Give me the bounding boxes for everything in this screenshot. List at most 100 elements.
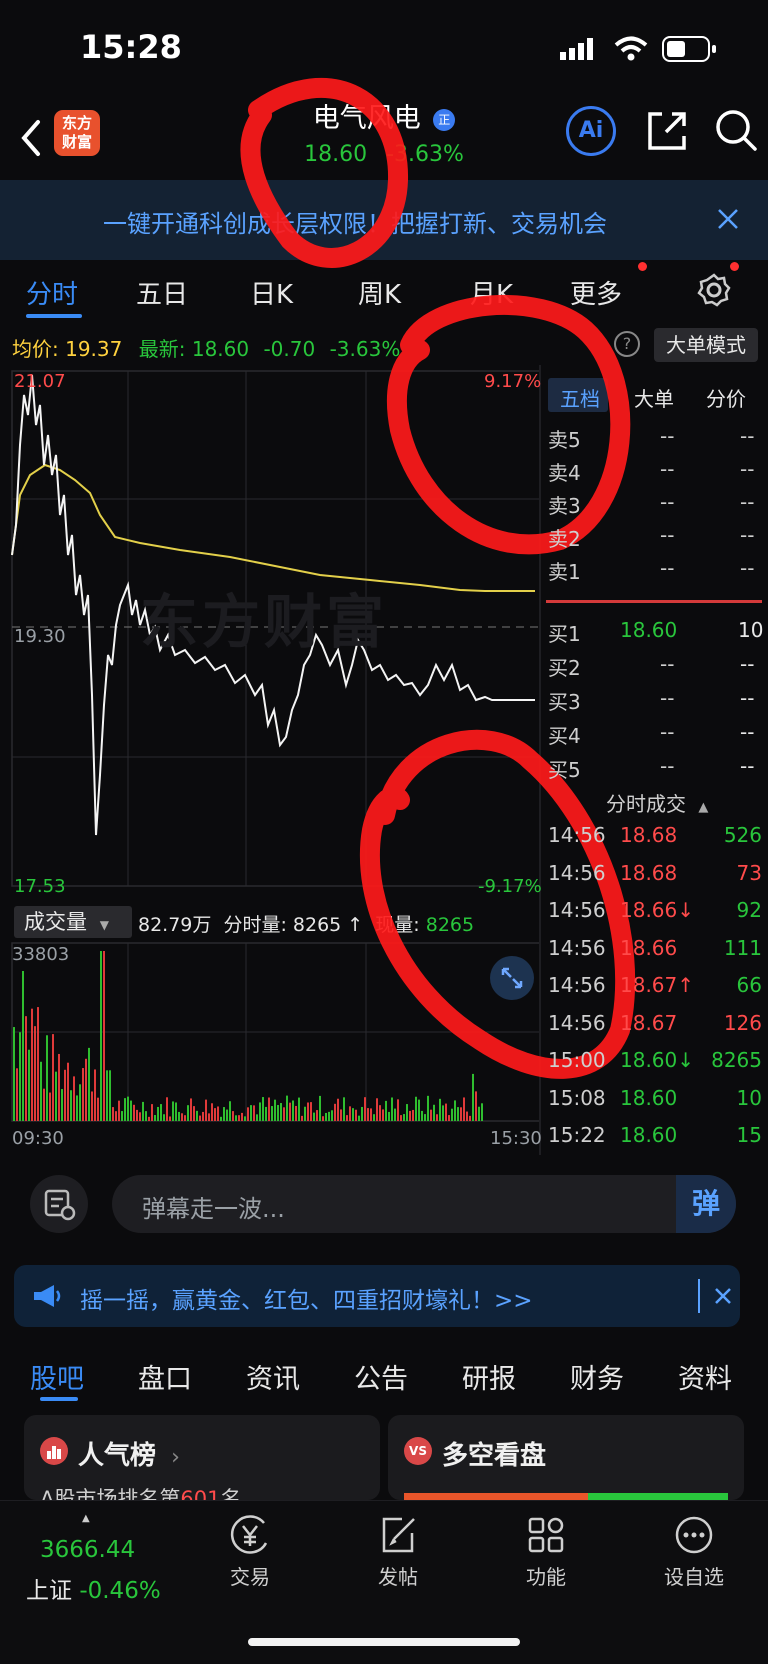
nav-post[interactable]: 发帖 <box>348 1513 448 1603</box>
volume-bar <box>469 1115 471 1121</box>
volume-bar <box>19 1032 21 1121</box>
volume-bar <box>70 1090 72 1121</box>
volume-bar <box>262 1097 264 1121</box>
volume-bar <box>55 1071 57 1121</box>
volume-bar <box>274 1099 276 1121</box>
cur-vol-label: 现量: <box>375 914 420 936</box>
volume-bar <box>94 1069 96 1121</box>
volume-bar <box>79 1084 81 1121</box>
big-order-mode-button[interactable]: 大单模式 <box>654 328 758 362</box>
volume-bar <box>25 1016 27 1121</box>
volume-bar <box>301 1115 303 1121</box>
tab-research[interactable]: 研报 <box>462 1357 516 1396</box>
nav-add-watchlist[interactable]: 设自选 <box>644 1513 744 1603</box>
volume-bar <box>394 1108 396 1121</box>
volume-bar <box>43 1088 45 1121</box>
barrage-input[interactable]: 弹幕走一波... 弹 <box>112 1175 736 1233</box>
volume-bar <box>199 1115 201 1121</box>
promo-strip[interactable]: 摇一摇，赢黄金、红包、四重招财壕礼！>> <box>14 1265 740 1327</box>
tab-more[interactable]: 更多 <box>570 274 622 311</box>
nav-post-label: 发帖 <box>378 1565 418 1589</box>
index-value: 3666.44 <box>40 1537 136 1563</box>
more-dot <box>638 262 647 271</box>
promo-banner[interactable]: 一键开通科创成长层权限！把握打新、交易机会 <box>0 180 768 260</box>
long-short-card[interactable]: VS 多空看盘 <box>388 1415 744 1501</box>
index-line: 上证 -0.46% <box>26 1571 161 1605</box>
volume-bar <box>238 1115 240 1121</box>
nav-trade-label: 交易 <box>230 1565 270 1589</box>
volume-bar <box>220 1116 222 1121</box>
volume-bar <box>316 1110 318 1121</box>
send-barrage-button[interactable]: 弹 <box>676 1175 736 1233</box>
watermark: 东方财富 <box>140 588 389 656</box>
tab-five-levels[interactable]: 五档 <box>560 383 600 412</box>
tab-big-orders[interactable]: 大单 <box>634 383 674 412</box>
trade-price: 18.67↑ <box>620 973 695 997</box>
volume-bar <box>424 1114 426 1121</box>
tab-announcements[interactable]: 公告 <box>354 1357 408 1396</box>
ai-button[interactable]: Ai <box>566 106 616 156</box>
nav-functions[interactable]: 功能 <box>496 1513 596 1603</box>
nav-trade[interactable]: 交易 <box>200 1513 300 1603</box>
barrage-toggle[interactable] <box>30 1175 88 1233</box>
stock-name: 电气风电 <box>312 103 421 134</box>
tab-profile[interactable]: 资料 <box>678 1357 732 1396</box>
bid-label: 买2 <box>548 656 581 680</box>
volume-selector[interactable]: 成交量 ▼ <box>14 906 132 938</box>
trade-volume: 8265 <box>711 1048 762 1072</box>
trade-time: 14:56 <box>548 823 606 847</box>
index-name: 上证 <box>26 1578 72 1604</box>
tab-intraday[interactable]: 分时 <box>26 274 78 311</box>
volume-bar <box>433 1104 435 1121</box>
spread-divider <box>546 600 762 603</box>
help-icon[interactable]: ? <box>614 331 640 357</box>
tab-price-dist[interactable]: 分价 <box>706 383 746 412</box>
ask-label: 卖3 <box>548 494 581 518</box>
volume-bar <box>28 1049 30 1121</box>
close-icon[interactable] <box>716 207 740 231</box>
volume-bar <box>379 1105 381 1121</box>
trade-price: 18.60 <box>620 1123 678 1147</box>
volume-bar <box>187 1105 189 1121</box>
volume-bar <box>271 1106 273 1121</box>
volume-bar <box>181 1113 183 1121</box>
volume-bar <box>409 1110 411 1121</box>
tab-forum[interactable]: 股吧 <box>30 1357 84 1396</box>
trade-volume: 111 <box>723 935 762 960</box>
intraday-chart[interactable] <box>0 365 542 1155</box>
tab-handicap[interactable]: 盘口 <box>138 1357 192 1396</box>
trades-title[interactable]: 分时成交 ▲ <box>606 788 708 817</box>
index-ticker[interactable]: ▲ 3666.44 上证 -0.46% <box>14 1511 174 1621</box>
trade-price: 18.68 <box>620 860 678 885</box>
volume-bar <box>415 1096 417 1121</box>
bid-volume: -- <box>740 686 755 710</box>
share-icon[interactable] <box>646 110 688 152</box>
tab-finance[interactable]: 财务 <box>570 1357 624 1396</box>
volume-bar <box>370 1108 372 1121</box>
volume-bar <box>283 1107 285 1121</box>
volume-bar <box>373 1114 375 1121</box>
fullscreen-button[interactable] <box>490 956 534 1000</box>
volume-bar <box>172 1101 174 1121</box>
tab-weekly-k[interactable]: 周K <box>358 274 401 311</box>
volume-bar <box>154 1115 156 1121</box>
search-icon[interactable] <box>714 108 758 152</box>
settings-icon[interactable] <box>696 272 732 308</box>
promo-close-icon[interactable] <box>714 1287 732 1305</box>
status-bar: 15:28 <box>0 0 768 100</box>
tab-five-day[interactable]: 五日 <box>136 274 188 311</box>
popularity-card[interactable]: 人气榜 › A股市场排名第601名 <box>24 1415 380 1511</box>
volume-bar <box>163 1114 165 1121</box>
volume-bar <box>292 1100 294 1121</box>
avg-label: 均价: <box>12 337 59 361</box>
volume-bar <box>130 1100 132 1121</box>
volume-bar <box>388 1111 390 1121</box>
index-pct: -0.46% <box>79 1578 161 1604</box>
tab-daily-k[interactable]: 日K <box>250 274 293 311</box>
tab-news[interactable]: 资讯 <box>246 1357 300 1396</box>
tab-indicator <box>26 314 82 318</box>
chart-tabs: 分时 五日 日K 周K 月K 更多 <box>0 262 768 324</box>
tab-monthly-k[interactable]: 月K <box>470 274 513 311</box>
dropdown-icon: ▼ <box>99 918 109 932</box>
volume-bar <box>418 1099 420 1121</box>
